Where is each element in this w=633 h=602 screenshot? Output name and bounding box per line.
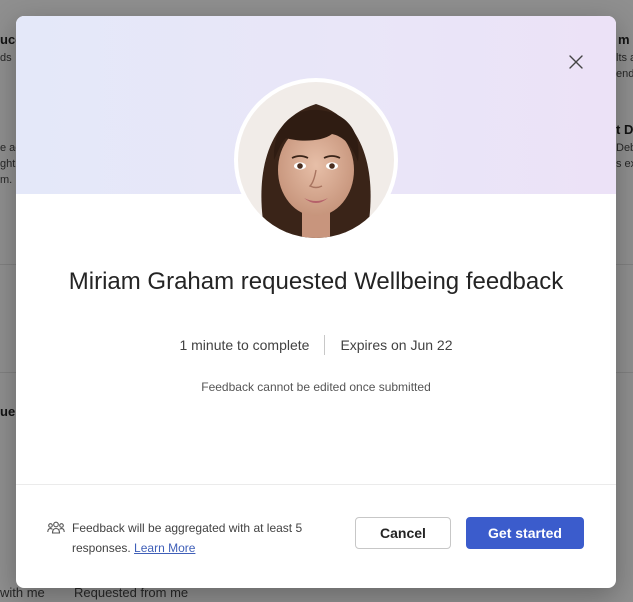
meta-divider xyxy=(324,335,326,355)
expiry-text: Expires on Jun 22 xyxy=(340,337,453,353)
close-icon xyxy=(569,55,583,69)
get-started-button[interactable]: Get started xyxy=(466,517,584,549)
duration-text: 1 minute to complete xyxy=(179,337,310,353)
footer-divider xyxy=(16,484,616,485)
avatar xyxy=(234,78,398,242)
people-group-icon xyxy=(47,521,65,534)
aggregation-info: Feedback will be aggregated with at leas… xyxy=(46,518,316,558)
feedback-request-dialog: Miriam Graham requested Wellbeing feedba… xyxy=(16,16,616,588)
aggregation-text-block: Feedback will be aggregated with at leas… xyxy=(72,518,316,558)
avatar-image xyxy=(238,82,394,238)
learn-more-link[interactable]: Learn More xyxy=(134,541,195,555)
dialog-title: Miriam Graham requested Wellbeing feedba… xyxy=(68,268,564,295)
cancel-button[interactable]: Cancel xyxy=(355,517,451,549)
request-meta: 1 minute to complete Expires on Jun 22 xyxy=(16,335,616,355)
close-button[interactable] xyxy=(564,50,588,74)
edit-warning-note: Feedback cannot be edited once submitted xyxy=(201,380,431,394)
